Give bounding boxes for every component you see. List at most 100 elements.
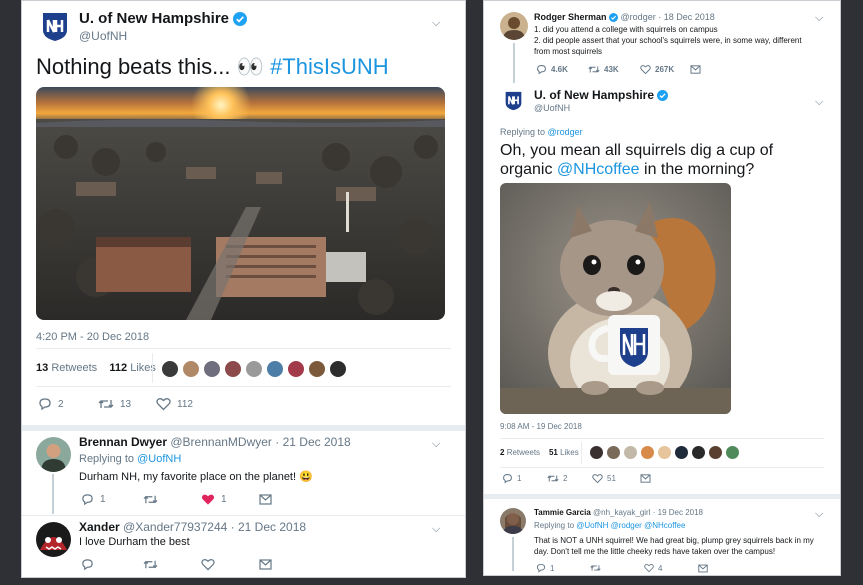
avatar[interactable] xyxy=(640,445,655,460)
dm-button[interactable] xyxy=(640,474,651,483)
squirrel-with-mug-photo[interactable] xyxy=(500,183,731,414)
mention-link[interactable]: @UofNH xyxy=(137,453,181,465)
retweet-button[interactable]: 13 xyxy=(98,397,156,411)
avatar[interactable] xyxy=(36,437,71,472)
likes-label[interactable]: Likes xyxy=(560,448,579,457)
like-button[interactable] xyxy=(201,558,259,571)
parent-text: 1. did you attend a college with squirre… xyxy=(534,24,819,57)
reply-button[interactable]: 1 xyxy=(502,473,547,484)
likes-count[interactable]: 112 xyxy=(109,362,127,374)
retweets-count[interactable]: 13 xyxy=(36,362,48,374)
reply-date[interactable]: · 19 Dec 2018 xyxy=(653,508,703,517)
reply-author-handle[interactable]: @Xander77937244 xyxy=(123,520,227,534)
like-button[interactable]: 4 xyxy=(644,563,698,573)
avatar[interactable] xyxy=(287,360,305,378)
tweet-timestamp[interactable]: 4:20 PM - 20 Dec 2018 xyxy=(36,331,149,343)
reply-author-name[interactable]: Tammie Garcia xyxy=(534,508,591,517)
tweet-timestamp[interactable]: 9:08 AM - 19 Dec 2018 xyxy=(500,422,582,431)
avatar[interactable] xyxy=(623,445,638,460)
reply-author-name[interactable]: Brennan Dwyer xyxy=(79,435,167,449)
reply-button[interactable]: 1 xyxy=(81,493,143,506)
like-count: 4 xyxy=(658,563,663,573)
retweets-count[interactable]: 2 xyxy=(500,448,504,457)
avatar[interactable] xyxy=(161,360,179,378)
hashtag-link[interactable]: #ThisIsUNH xyxy=(270,54,389,79)
reply-author-handle[interactable]: @BrennanMDwyer xyxy=(170,435,272,449)
section-gap xyxy=(22,425,465,431)
avatar[interactable] xyxy=(308,360,326,378)
reply-button[interactable] xyxy=(81,558,143,571)
avatar[interactable] xyxy=(725,445,740,460)
chevron-down-icon[interactable]: ⌵ xyxy=(815,96,823,109)
dm-icon xyxy=(640,474,651,483)
parent-author-handle[interactable]: @rodger xyxy=(621,12,656,22)
retweet-button[interactable]: 2 xyxy=(547,473,592,484)
dm-button[interactable] xyxy=(259,494,272,505)
dm-button[interactable] xyxy=(698,564,708,573)
unh-logo-avatar[interactable] xyxy=(42,12,68,42)
reply-author-name[interactable]: Xander xyxy=(79,520,120,534)
avatar[interactable] xyxy=(606,445,621,460)
avatar[interactable] xyxy=(657,445,672,460)
parent-header: Rodger Sherman @rodger · 18 Dec 2018 xyxy=(534,12,715,23)
mention-link[interactable]: @UofNH @rodger @NHcoffee xyxy=(576,521,685,530)
mention-link[interactable]: @rodger xyxy=(548,127,583,137)
dm-button[interactable] xyxy=(259,559,272,570)
avatar[interactable] xyxy=(329,360,347,378)
divider xyxy=(22,515,465,516)
parent-date[interactable]: · 18 Dec 2018 xyxy=(658,12,715,22)
avatar[interactable] xyxy=(224,360,242,378)
campus-aerial-photo[interactable] xyxy=(36,87,445,320)
reply-author-handle[interactable]: @nh_kayak_girl xyxy=(593,508,650,517)
author-name-text[interactable]: U. of New Hampshire xyxy=(79,10,229,27)
retweet-icon xyxy=(547,475,559,482)
likes-count[interactable]: 51 xyxy=(549,448,558,457)
retweet-button[interactable]: 43K xyxy=(588,64,640,75)
reply-date[interactable]: · 21 Dec 2018 xyxy=(275,435,350,449)
avatar[interactable] xyxy=(266,360,284,378)
author-handle[interactable]: @UofNH xyxy=(79,29,127,43)
avatar[interactable] xyxy=(245,360,263,378)
avatar[interactable] xyxy=(500,508,526,534)
retweet-count: 13 xyxy=(120,398,132,410)
tweet-actions: 2 13 112 xyxy=(38,397,226,411)
avatar[interactable] xyxy=(674,445,689,460)
avatar[interactable] xyxy=(691,445,706,460)
reply-button[interactable]: 1 xyxy=(536,563,590,573)
author-name[interactable]: U. of New Hampshire xyxy=(79,10,248,27)
mention-link[interactable]: @NHcoffee xyxy=(557,161,640,178)
avatar[interactable] xyxy=(203,360,221,378)
retweets-label[interactable]: Retweets xyxy=(507,448,540,457)
parent-author-name[interactable]: Rodger Sherman xyxy=(534,12,607,22)
unh-logo-avatar[interactable] xyxy=(505,91,522,111)
reply-text: That is NOT a UNH squirrel! We had great… xyxy=(534,536,814,556)
chevron-down-icon[interactable]: ⌵ xyxy=(815,508,823,521)
avatar[interactable] xyxy=(36,522,71,557)
avatar[interactable] xyxy=(589,445,604,460)
author-handle[interactable]: @UofNH xyxy=(534,103,570,113)
reply-button[interactable]: 4.6K xyxy=(536,64,588,75)
replying-to-prefix: Replying to xyxy=(500,127,548,137)
chevron-down-icon[interactable]: ⌵ xyxy=(432,523,440,536)
retweet-button[interactable] xyxy=(143,558,201,571)
author-name-text[interactable]: U. of New Hampshire xyxy=(534,88,654,102)
chevron-down-icon[interactable]: ⌵ xyxy=(432,438,440,451)
retweets-label[interactable]: Retweets xyxy=(51,362,97,374)
like-button[interactable]: 51 xyxy=(592,473,640,484)
author-name[interactable]: U. of New Hampshire xyxy=(534,88,669,102)
dm-button[interactable] xyxy=(690,65,701,74)
reply-date[interactable]: · 21 Dec 2018 xyxy=(231,520,306,534)
verified-icon xyxy=(233,12,248,27)
reply-button[interactable]: 2 xyxy=(38,397,98,411)
chevron-down-icon[interactable]: ⌵ xyxy=(432,17,440,30)
divider xyxy=(36,348,451,349)
like-button[interactable]: 112 xyxy=(156,397,226,411)
avatar[interactable] xyxy=(182,360,200,378)
retweet-button[interactable] xyxy=(143,493,201,506)
retweet-button[interactable] xyxy=(590,563,644,573)
avatar[interactable] xyxy=(500,12,528,40)
like-button[interactable]: 1 xyxy=(201,493,259,506)
avatar[interactable] xyxy=(708,445,723,460)
like-button[interactable]: 267K xyxy=(640,64,690,75)
divider xyxy=(36,386,451,387)
